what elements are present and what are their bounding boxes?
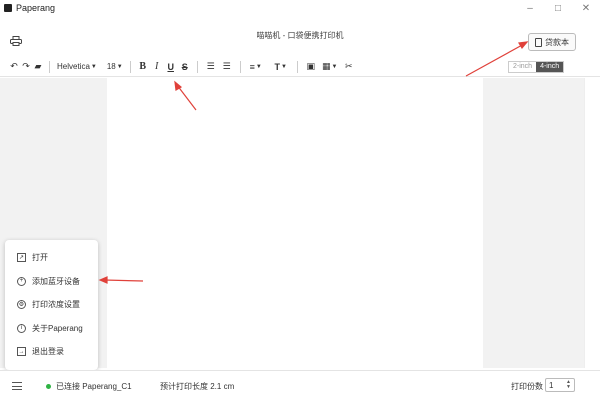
title-bar: Paperang – □ ✕ [0,0,600,16]
chevron-down-icon: ▼ [280,63,287,70]
menu-item-about[interactable]: i 关于Paperang [5,317,98,341]
menu-item-print-density[interactable]: ⚙ 打印浓度设置 [5,293,98,317]
copies-stepper[interactable]: 1 ▲ ▼ [545,378,575,392]
scrollbar[interactable] [584,78,600,368]
image-icon[interactable]: ▣ [303,58,319,76]
minimize-button[interactable]: – [516,0,544,16]
maximize-button[interactable]: □ [544,0,572,16]
window-controls: – □ ✕ [516,0,600,16]
menu-item-label: 打开 [32,253,48,263]
font-family-select[interactable]: Helvetica ▼ [55,58,99,76]
notebook-icon [535,37,542,47]
paper-width-toggle: 2-inch 4-inch [508,61,565,73]
format-toolbar: ↶ ↷ ▰ Helvetica ▼ 18 ▼ B I U S ☰ ☰ ≡ ▼ T… [0,57,600,77]
toolbar-divider [129,60,131,73]
print-length: 预计打印长度 2.1 cm [160,382,235,391]
logout-icon: → [17,347,26,357]
main-menu-popup: ↗ 打开 + 添加蓝牙设备 ⚙ 打印浓度设置 i 关于Paperang → 退出… [5,240,98,370]
close-button[interactable]: ✕ [572,0,600,16]
status-bar: 已连接 Paperang_C1 预计打印长度 2.1 cm 打印份数 1 ▲ ▼ [0,370,600,400]
clear-format-icon[interactable]: ▰ [32,58,44,76]
italic-button[interactable]: I [150,58,164,76]
menu-item-add-bluetooth[interactable]: + 添加蓝牙设备 [5,270,98,294]
chevron-down-icon: ▼ [90,63,97,70]
toolbar-divider [196,60,198,73]
settings-gear-icon: ⚙ [17,300,26,310]
font-size-select[interactable]: 18 ▼ [105,58,125,76]
app-logo-icon [4,4,12,12]
width-option-2inch[interactable]: 2-inch [509,62,537,72]
font-family-value: Helvetica [57,62,90,71]
hamburger-menu-icon[interactable] [12,382,22,390]
underline-button[interactable]: U [164,58,178,76]
toolbar-divider [296,60,298,73]
ordered-list-icon[interactable]: ☰ [203,58,219,76]
strikethrough-button[interactable]: S [178,58,192,76]
align-select[interactable]: ≡ ▼ [246,58,266,76]
connection-status: 已连接 Paperang_C1 [56,382,132,391]
menu-item-label: 添加蓝牙设备 [32,276,80,286]
text-size-icon: T [274,61,280,72]
menu-item-open[interactable]: ↗ 打开 [5,246,98,270]
stepper-arrows-icon[interactable]: ▲ ▼ [566,380,571,390]
print-paper-editor[interactable] [107,78,483,368]
font-size-value: 18 [106,62,116,71]
chevron-down-icon: ▼ [331,63,338,70]
width-option-4inch[interactable]: 4-inch [536,62,564,72]
add-circle-icon: + [17,276,26,286]
menu-item-label: 退出登录 [32,347,64,357]
info-icon: i [17,323,26,333]
toolbar-divider [49,60,50,73]
toolbar-divider [239,60,241,73]
bold-button[interactable]: B [136,58,150,76]
notebook-label: 贷款本 [545,37,569,47]
table-select[interactable]: ▦ ▼ [319,58,341,76]
app-name: Paperang [16,3,56,13]
table-icon: ▦ [321,61,331,71]
align-left-icon: ≡ [249,61,255,72]
open-file-icon: ↗ [17,253,26,263]
unordered-list-icon[interactable]: ☰ [219,58,235,76]
text-style-select[interactable]: T ▼ [270,58,292,76]
copies-value: 1 [549,380,554,390]
chevron-down-icon: ▼ [116,63,123,70]
copies-label: 打印份数 [511,382,543,391]
redo-icon[interactable]: ↷ [20,58,32,76]
menu-item-label: 关于Paperang [32,323,83,333]
notebook-button[interactable]: 贷款本 [528,33,576,51]
menu-item-logout[interactable]: → 退出登录 [5,340,98,364]
header: 喵喵机 - 口袋便携打印机 贷款本 [0,16,600,56]
scissors-icon[interactable]: ✂ [341,58,357,76]
chevron-down-icon: ▼ [255,63,262,70]
connected-status-dot [46,384,51,389]
menu-item-label: 打印浓度设置 [32,300,80,310]
document-title: 喵喵机 - 口袋便携打印机 [256,31,344,40]
undo-icon[interactable]: ↶ [8,58,20,76]
